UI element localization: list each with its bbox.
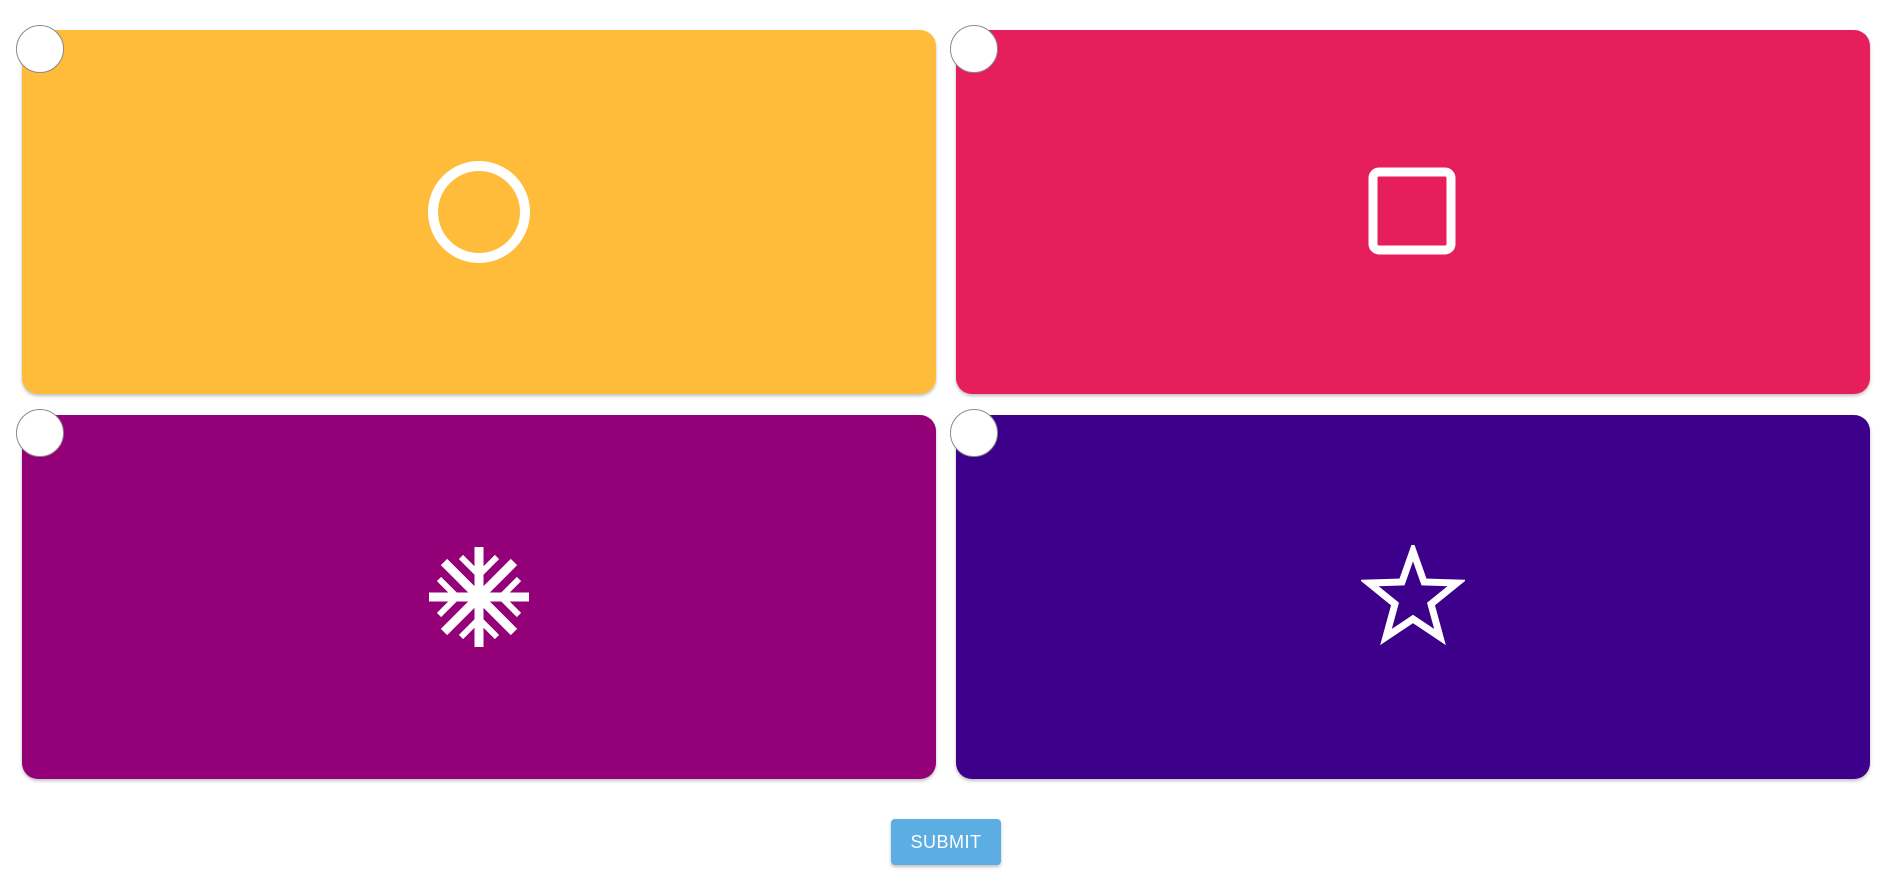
submit-button[interactable]: SUBMIT bbox=[891, 819, 1001, 865]
answer-option-circle[interactable] bbox=[22, 30, 936, 394]
snowflake-icon bbox=[427, 545, 531, 649]
square-icon bbox=[1361, 160, 1465, 264]
answer-option-star[interactable] bbox=[956, 415, 1870, 779]
select-snowflake-radio[interactable] bbox=[16, 409, 64, 457]
answer-option-snowflake[interactable] bbox=[22, 415, 936, 779]
select-star-radio[interactable] bbox=[950, 409, 998, 457]
select-circle-radio[interactable] bbox=[16, 25, 64, 73]
answer-option-square[interactable] bbox=[956, 30, 1870, 394]
star-icon bbox=[1361, 545, 1465, 649]
circle-icon bbox=[427, 160, 531, 264]
select-square-radio[interactable] bbox=[950, 25, 998, 73]
answer-grid: SUBMIT bbox=[0, 0, 1890, 879]
